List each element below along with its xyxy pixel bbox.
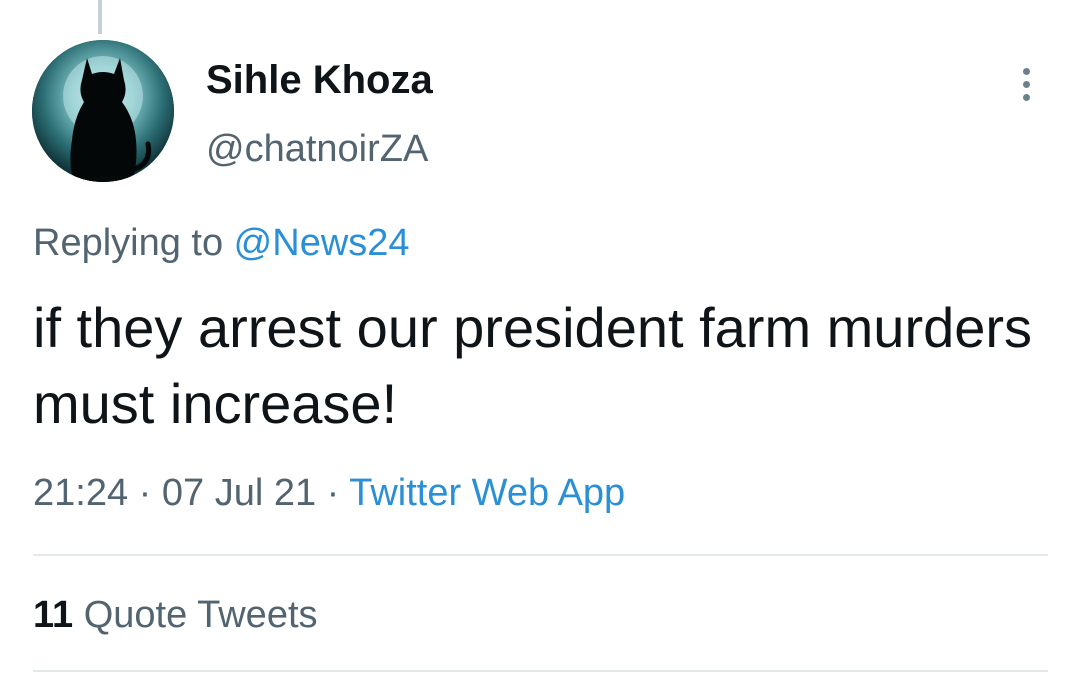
replying-to-line: Replying to @News24	[33, 220, 410, 266]
quote-tweets-label: Quote Tweets	[83, 594, 318, 636]
quote-tweets-stat[interactable]: 11 Quote Tweets	[33, 592, 318, 638]
replying-to-mention-link[interactable]: @News24	[234, 222, 410, 264]
quote-tweets-count: 11	[33, 594, 74, 636]
more-options-icon	[1022, 67, 1030, 75]
thread-connector-line	[98, 0, 102, 34]
tweet-date[interactable]: 07 Jul 21	[162, 472, 316, 514]
avatar[interactable]	[32, 40, 174, 182]
tweet-text: if they arrest our president farm murder…	[33, 296, 1033, 435]
tweet-time[interactable]: 21:24	[33, 472, 128, 514]
meta-separator: ·	[128, 472, 162, 514]
black-cat-moon-avatar-icon	[32, 40, 174, 182]
more-options-icon-dot	[1022, 80, 1030, 88]
replying-to-label: Replying to	[33, 222, 234, 264]
tweet-meta: 21:24 · 07 Jul 21 · Twitter Web App	[33, 470, 625, 516]
more-options-icon-dot	[1022, 93, 1030, 101]
tweet-source-link[interactable]: Twitter Web App	[349, 472, 625, 514]
author-display-name[interactable]: Sihle Khoza	[206, 56, 433, 104]
author-handle[interactable]: @chatnoirZA	[206, 126, 428, 172]
meta-separator: ·	[316, 472, 350, 514]
more-options-button[interactable]	[1006, 62, 1046, 106]
divider	[33, 670, 1048, 672]
divider	[33, 554, 1048, 556]
